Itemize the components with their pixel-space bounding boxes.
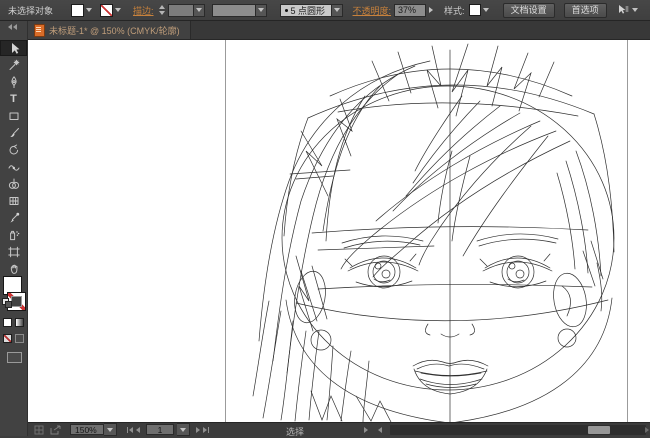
hand-icon — [8, 263, 20, 275]
brush-definition-dropdown[interactable] — [332, 4, 343, 17]
scroll-right-button[interactable] — [645, 427, 649, 433]
eyedropper-icon — [8, 212, 20, 224]
horizontal-scrollbar[interactable] — [390, 425, 646, 435]
rotate-icon — [8, 144, 20, 156]
stroke-color-dropdown-icon[interactable] — [115, 8, 121, 12]
type-tool[interactable]: T — [0, 91, 27, 107]
scroll-left-button[interactable] — [378, 427, 382, 433]
next-artboard-button[interactable] — [196, 427, 200, 433]
eyedropper-tool[interactable] — [0, 210, 27, 226]
symbol-sprayer-icon — [8, 229, 20, 241]
rectangle-icon — [8, 110, 20, 122]
none-mode-button[interactable] — [3, 334, 12, 343]
status-popup-icon[interactable] — [364, 427, 368, 433]
paintbrush-tool[interactable] — [0, 125, 27, 141]
panel-menu-caret-icon — [632, 8, 638, 12]
document-title: 未标题-1* @ 150% (CMYK/轮廓) — [49, 24, 180, 37]
color-mode-button[interactable] — [3, 318, 12, 327]
first-artboard-button[interactable] — [127, 427, 133, 433]
width-profile-field[interactable] — [212, 4, 256, 17]
stroke-weight-dropdown[interactable] — [194, 4, 205, 17]
stroke-weight-stepper[interactable] — [159, 5, 165, 15]
rectangle-tool[interactable] — [0, 108, 27, 124]
stroke-weight-field[interactable] — [168, 4, 194, 17]
paintbrush-icon — [8, 127, 20, 139]
artboard-icon — [8, 246, 20, 258]
selection-arrow-icon — [8, 42, 20, 55]
magic-wand-icon — [8, 59, 20, 71]
canvas[interactable] — [28, 40, 650, 422]
document-tab[interactable]: 未标题-1* @ 150% (CMYK/轮廓) — [28, 21, 191, 39]
width-profile-dropdown[interactable] — [256, 4, 267, 17]
rotate-tool[interactable] — [0, 142, 27, 158]
pen-icon — [8, 76, 20, 88]
opacity-dropdown-icon[interactable] — [429, 7, 433, 13]
opacity-field[interactable]: 37% — [394, 4, 426, 17]
shape-builder-icon — [8, 178, 20, 190]
grid-icon[interactable] — [34, 425, 44, 435]
pointer-icon — [616, 4, 629, 16]
magic-wand-tool[interactable] — [0, 57, 27, 73]
drawing-mode-button[interactable] — [15, 334, 24, 343]
mesh-tool[interactable] — [0, 193, 27, 209]
status-bar: 150% 1 选择 — [28, 422, 650, 436]
last-artboard-button[interactable] — [203, 427, 209, 433]
ai-document-icon — [34, 24, 45, 37]
face-sketch-artwork — [28, 40, 650, 422]
document-tab-bar: 未标题-1* @ 150% (CMYK/轮廓) — [28, 21, 650, 40]
style-dropdown-icon[interactable] — [483, 8, 489, 12]
brush-definition-field[interactable]: 5 点圆形 — [280, 4, 332, 17]
zoom-dropdown-button[interactable] — [104, 423, 117, 436]
artboard-dropdown-button[interactable] — [177, 423, 190, 436]
opacity-link[interactable]: 不透明度: — [353, 4, 392, 17]
hand-tool[interactable] — [0, 261, 27, 277]
previous-artboard-button[interactable] — [136, 427, 140, 433]
artboard-tool[interactable] — [0, 244, 27, 260]
horizontal-scrollbar-thumb[interactable] — [588, 426, 610, 434]
preferences-button[interactable]: 首选项 — [564, 3, 607, 18]
stroke-color-swatch[interactable] — [100, 4, 113, 17]
selection-tool[interactable] — [0, 40, 27, 56]
panel-collapse-button[interactable] — [8, 24, 17, 30]
gradient-mode-button[interactable] — [15, 318, 24, 327]
fill-color-swatch[interactable] — [71, 4, 84, 17]
type-icon: T — [10, 94, 17, 105]
status-text: 选择 — [286, 425, 304, 438]
artboard-navigation: 1 — [127, 423, 209, 436]
default-fill-stroke-icon[interactable] — [2, 298, 11, 307]
selection-status-label: 未选择对象 — [8, 4, 53, 17]
control-bar: 未选择对象 描边: 5 点圆形 不透明度: 37% 样式: 文档设置 首选项 — [0, 0, 650, 21]
export-arrow-icon[interactable] — [50, 425, 62, 435]
stroke-weight-link[interactable]: 描边: — [133, 4, 154, 17]
brush-preview-dot — [285, 9, 288, 12]
style-label: 样式: — [444, 4, 465, 17]
shape-builder-tool[interactable] — [0, 176, 27, 192]
control-panel-menu[interactable] — [616, 4, 638, 16]
pen-tool[interactable] — [0, 74, 27, 90]
artboard-number-field[interactable]: 1 — [146, 424, 174, 435]
width-tool-icon — [8, 161, 20, 173]
fill-color-dropdown-icon[interactable] — [86, 8, 92, 12]
document-setup-button[interactable]: 文档设置 — [503, 3, 555, 18]
style-swatch[interactable] — [469, 4, 481, 16]
mesh-grid-icon — [8, 195, 20, 207]
width-tool[interactable] — [0, 159, 27, 175]
symbol-sprayer-tool[interactable] — [0, 227, 27, 243]
zoom-level-field[interactable]: 150% — [70, 424, 104, 435]
screen-mode-button[interactable] — [7, 352, 22, 363]
tools-panel: T — [0, 21, 28, 436]
brush-definition-label: 5 点圆形 — [291, 4, 326, 17]
